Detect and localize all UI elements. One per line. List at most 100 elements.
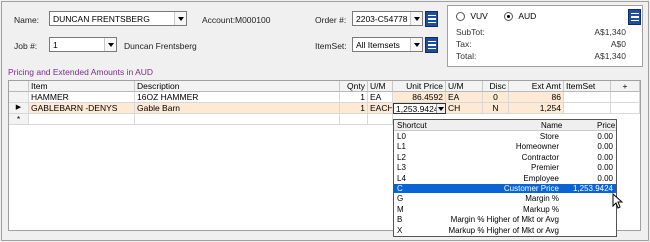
- cell-description[interactable]: [135, 114, 340, 125]
- option-shortcut: L3: [397, 163, 406, 173]
- subtotal-row: SubTot: A$1,340: [456, 27, 626, 37]
- cell-qnty[interactable]: [340, 114, 368, 125]
- option-shortcut: L1: [397, 142, 406, 152]
- option-price: 1,253.9424: [572, 184, 613, 193]
- currency-totals-panel: VUV AUD SubTot: A$1,340 Tax: A$0 Total: …: [447, 5, 643, 67]
- radio-icon[interactable]: [456, 12, 465, 22]
- cell-extra: [611, 92, 640, 103]
- option-price: 0.00: [597, 142, 613, 152]
- order-label: Order #:: [315, 15, 347, 25]
- dropdown-option[interactable]: X Markup % Higher of Mkt or Avg: [394, 226, 616, 235]
- cell-qnty[interactable]: 1: [340, 103, 368, 114]
- cell-itemset[interactable]: [564, 92, 611, 103]
- tax-row: Tax: A$0: [456, 39, 626, 49]
- price-level-dropdown: Shortcut Name Price L0 Store 0.00 L1 Homeown…: [393, 119, 617, 237]
- order-list-menu-icon[interactable]: [425, 11, 438, 27]
- dropdown-col-shortcut: Shortcut: [397, 121, 427, 130]
- option-name: Margin % Higher of Mkt or Avg: [450, 215, 559, 225]
- dropdown-header: Shortcut Name Price: [394, 120, 616, 131]
- dropdown-option[interactable]: L3 Premier 0.00: [394, 163, 616, 172]
- dropdown-arrow-icon[interactable]: [436, 104, 445, 113]
- cell-disc[interactable]: N: [483, 103, 509, 114]
- total-value: A$1,340: [594, 51, 626, 61]
- dropdown-arrow-icon[interactable]: [410, 38, 422, 51]
- dropdown-arrow-icon[interactable]: [104, 38, 116, 51]
- job-combobox[interactable]: 1: [49, 37, 117, 52]
- current-row-icon[interactable]: ▶: [9, 103, 29, 114]
- col-um2-header[interactable]: U/M: [446, 81, 483, 92]
- currency-option-vuv[interactable]: VUV: [456, 11, 488, 22]
- dropdown-option[interactable]: L4 Employee 0.00: [394, 174, 616, 183]
- dropdown-col-price: Price: [597, 121, 616, 130]
- mouse-cursor-icon: [612, 193, 623, 209]
- account-label: Account:: [202, 15, 236, 25]
- cell-itemset[interactable]: [564, 103, 611, 114]
- cell-disc[interactable]: 0: [483, 92, 509, 103]
- col-qnty-header[interactable]: Qnty: [340, 81, 368, 92]
- name-label: Name:: [14, 15, 40, 25]
- col-disc-header[interactable]: Disc: [483, 81, 509, 92]
- option-name: Customer Price: [503, 184, 559, 193]
- cell-um[interactable]: [368, 114, 393, 125]
- col-itemset-header[interactable]: ItemSet: [564, 81, 611, 92]
- row-selector[interactable]: [9, 92, 29, 103]
- col-um-header[interactable]: U/M: [368, 81, 393, 92]
- option-name: Homeowner: [515, 142, 559, 152]
- option-name: Employee: [523, 173, 559, 183]
- table-row[interactable]: HAMMER 16OZ HAMMER 1 EA 86.4592 EA 0 86: [9, 92, 640, 103]
- name-value: DUNCAN FRENTSBERG: [53, 13, 150, 24]
- totals-list-menu-icon[interactable]: [628, 9, 641, 25]
- cell-um[interactable]: EACH: [368, 103, 393, 114]
- dropdown-col-name: Name: [541, 121, 563, 130]
- dropdown-option[interactable]: G Margin %: [394, 194, 616, 203]
- option-name: Premier: [530, 163, 559, 173]
- option-shortcut: X: [397, 225, 403, 235]
- col-description-header[interactable]: Description: [135, 81, 340, 92]
- cell-item[interactable]: GABLEBARN -DENYS: [29, 103, 135, 114]
- cell-um2[interactable]: EA: [446, 92, 483, 103]
- cell-um[interactable]: EA: [368, 92, 393, 103]
- order-combobox[interactable]: 2203-C54778: [352, 11, 423, 26]
- dropdown-option[interactable]: L1 Homeowner 0.00: [394, 142, 616, 151]
- option-price: 0.00: [597, 132, 613, 141]
- dropdown-option[interactable]: L0 Store 0.00: [394, 132, 616, 141]
- col-unit-price-header[interactable]: Unit Price: [393, 81, 446, 92]
- cell-unit-price[interactable]: 86.4592: [393, 92, 446, 103]
- cell-item[interactable]: [29, 114, 135, 125]
- radio-selected-icon[interactable]: [504, 12, 513, 22]
- option-shortcut: L0: [397, 132, 406, 141]
- cell-qnty[interactable]: 1: [340, 92, 368, 103]
- table-row[interactable]: ▶ GABLEBARN -DENYS Gable Barn 1 EACH 1,2…: [9, 103, 640, 114]
- cell-ext-amt[interactable]: 86: [509, 92, 564, 103]
- cell-description[interactable]: 16OZ HAMMER: [135, 92, 340, 103]
- dropdown-option[interactable]: L2 Contractor 0.00: [394, 153, 616, 162]
- cell-description[interactable]: Gable Barn: [135, 103, 340, 114]
- job-label: Job #:: [14, 41, 38, 51]
- cell-item[interactable]: HAMMER: [29, 92, 135, 103]
- option-name: Contractor: [521, 152, 559, 162]
- cell-ext-amt[interactable]: 1,254: [509, 103, 564, 114]
- order-value: 2203-C54778: [356, 13, 408, 24]
- option-shortcut: C: [397, 184, 403, 193]
- add-column-button[interactable]: +: [611, 81, 640, 92]
- name-combobox[interactable]: DUNCAN FRENTSBERG: [49, 11, 187, 26]
- option-price: 0.00: [597, 152, 613, 162]
- total-row: Total: A$1,340: [456, 51, 626, 61]
- option-shortcut: L4: [397, 173, 406, 183]
- dropdown-option[interactable]: M Markup %: [394, 205, 616, 214]
- subtotal-value: A$1,340: [594, 27, 626, 37]
- itemset-combobox[interactable]: All Itemsets: [352, 37, 423, 52]
- dropdown-arrow-icon[interactable]: [410, 12, 422, 25]
- dropdown-option[interactable]: B Margin % Higher of Mkt or Avg: [394, 215, 616, 224]
- col-ext-amt-header[interactable]: Ext Amt: [509, 81, 564, 92]
- option-price: 0.00: [597, 163, 613, 173]
- currency-option-aud[interactable]: AUD: [504, 11, 536, 22]
- cell-um2[interactable]: CH: [446, 103, 483, 114]
- new-row-marker: *: [9, 114, 29, 125]
- col-item-header[interactable]: Item: [29, 81, 135, 92]
- total-label: Total:: [456, 51, 477, 61]
- dropdown-arrow-icon[interactable]: [174, 12, 186, 25]
- tax-label: Tax:: [456, 39, 472, 49]
- dropdown-option[interactable]: C Customer Price 1,253.9424: [394, 184, 616, 193]
- itemset-list-menu-icon[interactable]: [425, 37, 438, 53]
